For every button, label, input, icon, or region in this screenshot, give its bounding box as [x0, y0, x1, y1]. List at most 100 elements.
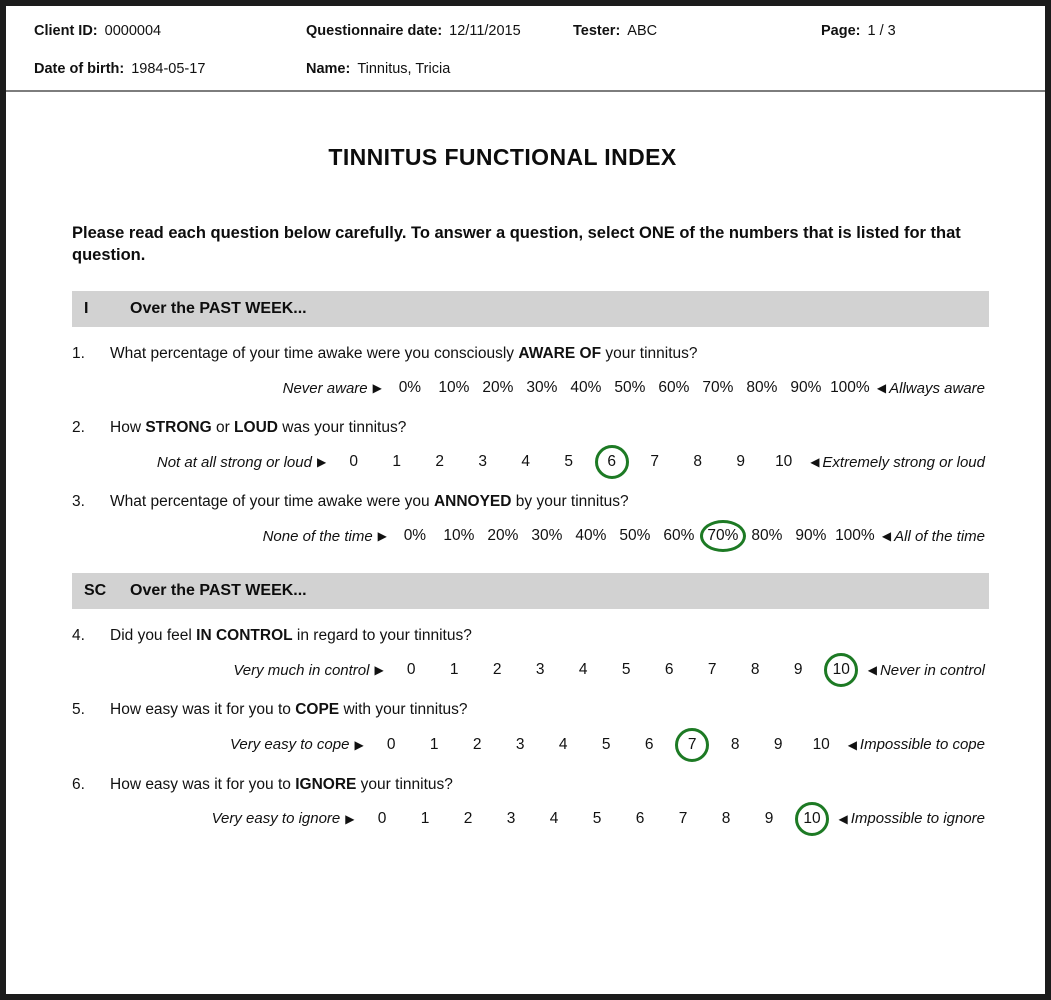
- question-text: 1. What percentage of your time awake wer…: [72, 344, 989, 364]
- scale-option[interactable]: 8: [714, 732, 757, 758]
- scale-option[interactable]: 0: [390, 657, 433, 683]
- scale-option[interactable]: 0: [332, 449, 375, 475]
- scale-option[interactable]: 80%: [745, 523, 789, 549]
- field-page-number: Page: 1 / 3: [821, 22, 896, 40]
- scale-option[interactable]: 2: [476, 657, 519, 683]
- scale-option[interactable]: 9: [748, 806, 791, 832]
- question-body: How easy was it for you to COPE with you…: [110, 700, 468, 720]
- section-code: SC: [84, 582, 107, 600]
- header-row-1: Client ID: 0000004 Questionnaire date: 12/…: [6, 22, 1045, 50]
- scale-option[interactable]: 60%: [652, 375, 696, 401]
- scale-option[interactable]: 0: [361, 806, 404, 832]
- scale-option[interactable]: 40%: [564, 375, 608, 401]
- scale-option[interactable]: 20%: [481, 523, 525, 549]
- question-text-mid: or: [211, 419, 235, 437]
- section-band-i: I Over the PAST WEEK...: [72, 290, 989, 327]
- scale-option[interactable]: 60%: [657, 523, 701, 549]
- scale-option[interactable]: 2: [456, 732, 499, 758]
- scale-option[interactable]: 0: [370, 732, 413, 758]
- client-id-label: Client ID:: [34, 23, 98, 39]
- question-text: 5. How easy was it for you to COPE with y…: [72, 700, 989, 720]
- question-text-after: by your tinnitus?: [511, 493, 629, 511]
- date-of-birth-label: Date of birth:: [34, 61, 125, 77]
- scale-option[interactable]: 40%: [569, 523, 613, 549]
- anchor-label-right: Allways aware: [889, 379, 985, 397]
- scale-option[interactable]: 7: [662, 806, 705, 832]
- scale-option[interactable]: 2: [447, 806, 490, 832]
- scale-option[interactable]: 2: [418, 449, 461, 475]
- question-body: What percentage of your time awake were …: [110, 344, 698, 364]
- scale-option[interactable]: 10: [762, 449, 805, 475]
- scale-option[interactable]: 4: [533, 806, 576, 832]
- scale-option[interactable]: 6: [628, 732, 671, 758]
- name-value: Tinnitus, Tricia: [357, 61, 451, 77]
- scale-option[interactable]: 20%: [476, 375, 520, 401]
- scale-option[interactable]: 0%: [388, 375, 432, 401]
- arrow-left-icon: ◀: [810, 455, 820, 470]
- scale-option-selected[interactable]: 70%: [699, 520, 746, 553]
- date-of-birth-value: 1984-05-17: [131, 61, 206, 77]
- section-label: Over the PAST WEEK...: [130, 582, 307, 600]
- scale-option[interactable]: 9: [777, 657, 820, 683]
- question-keyword: IN CONTROL: [196, 627, 293, 645]
- scale-option[interactable]: 7: [633, 449, 676, 475]
- scale-option[interactable]: 100%: [833, 523, 877, 549]
- scale-option-selected[interactable]: 6: [590, 445, 633, 480]
- scale-option[interactable]: 90%: [789, 523, 833, 549]
- scale-option[interactable]: 5: [576, 806, 619, 832]
- scale-option[interactable]: 7: [691, 657, 734, 683]
- question-text-before: What percentage of your time awake were …: [110, 344, 519, 362]
- scale-option[interactable]: 50%: [608, 375, 652, 401]
- scale-option[interactable]: 5: [547, 449, 590, 475]
- scale-option[interactable]: 50%: [613, 523, 657, 549]
- arrow-right-icon: ▶: [372, 381, 382, 396]
- anchor-label-left: Very much in control: [233, 661, 370, 679]
- scale-option[interactable]: 3: [461, 449, 504, 475]
- questionnaire-page: Client ID: 0000004 Questionnaire date: 12/…: [0, 0, 1051, 1000]
- scale-option[interactable]: 4: [562, 657, 605, 683]
- scale-option[interactable]: 3: [519, 657, 562, 683]
- question-keyword: ANNOYED: [433, 493, 512, 511]
- question-text-after: in regard to your tinnitus?: [292, 627, 472, 645]
- scale-option[interactable]: 8: [676, 449, 719, 475]
- scale-option[interactable]: 1: [413, 732, 456, 758]
- scale-option[interactable]: 6: [619, 806, 662, 832]
- question-2: 2. How STRONG or LOUD was your tinnitus? N…: [72, 418, 989, 480]
- scale-option[interactable]: 8: [705, 806, 748, 832]
- scale-option[interactable]: 1: [375, 449, 418, 475]
- scale-option[interactable]: 5: [605, 657, 648, 683]
- instructions-text: Please read each question below carefull…: [72, 224, 961, 264]
- scale-option-selected[interactable]: 7: [671, 727, 714, 762]
- question-text-before: How: [110, 419, 146, 437]
- field-client-id: Client ID: 0000004: [34, 22, 161, 40]
- tester-label: Tester:: [573, 23, 621, 39]
- scale-option[interactable]: 1: [433, 657, 476, 683]
- scale-option[interactable]: 9: [757, 732, 800, 758]
- scale-option[interactable]: 30%: [520, 375, 564, 401]
- scale-option-selected[interactable]: 10: [820, 653, 863, 688]
- scale-option[interactable]: 70%: [696, 375, 740, 401]
- scale-option[interactable]: 4: [542, 732, 585, 758]
- field-date-of-birth: Date of birth: 1984-05-17: [34, 60, 205, 78]
- scale-option[interactable]: 3: [490, 806, 533, 832]
- scale-option[interactable]: 4: [504, 449, 547, 475]
- scale-option[interactable]: 1: [404, 806, 447, 832]
- scale-option[interactable]: 6: [648, 657, 691, 683]
- question-number: 2.: [72, 419, 85, 437]
- arrow-left-icon: ◀: [838, 811, 848, 826]
- scale-option[interactable]: 10: [800, 732, 843, 758]
- scale-option[interactable]: 10%: [437, 523, 481, 549]
- scale-option[interactable]: 8: [734, 657, 777, 683]
- scale-option-selected[interactable]: 10: [791, 801, 834, 836]
- scale-option[interactable]: 0%: [393, 523, 437, 549]
- scale-option[interactable]: 90%: [784, 375, 828, 401]
- scale-option[interactable]: 5: [585, 732, 628, 758]
- scale-option[interactable]: 10%: [432, 375, 476, 401]
- scale-option[interactable]: 30%: [525, 523, 569, 549]
- question-text-before: How easy was it for you to: [110, 775, 296, 793]
- scale-option[interactable]: 80%: [740, 375, 784, 401]
- scale-option[interactable]: 3: [499, 732, 542, 758]
- scale-options: 0 1 2 3 4 5 6 7 8 9 10: [390, 653, 863, 688]
- scale-option[interactable]: 9: [719, 449, 762, 475]
- scale-option[interactable]: 100%: [828, 375, 872, 401]
